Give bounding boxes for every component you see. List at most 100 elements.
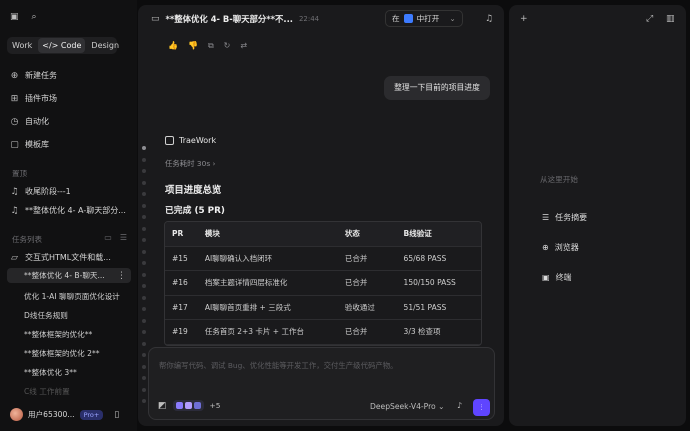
project-folder[interactable]: ▱ 交互式HTML文件和载... (10, 252, 111, 263)
plus-circle-icon: ⊕ (10, 70, 19, 81)
search-icon[interactable]: ⌕ (32, 12, 37, 22)
send-button[interactable]: ⫶ (473, 399, 490, 416)
nav-label: 自动化 (25, 117, 49, 126)
template-icon: ▢ (10, 139, 19, 150)
table-cell: 已合并 (344, 278, 368, 288)
brand-name: TraeWork (179, 136, 217, 145)
model-selector[interactable]: DeepSeek-V4-Pro ⌄ (370, 402, 444, 411)
progress-table: PR 模块 状态 B线验证 #15 AI聊聊确认入档闭环 已合并 65/68 P… (164, 221, 482, 346)
bell-icon: ♫ (10, 205, 19, 216)
tab-code[interactable]: </> Code (38, 38, 86, 53)
composer[interactable]: 帮你编写代码、调试 Bug、优化性能等开发工作，交付生产级代码产物。 ◩ +5 … (148, 347, 495, 420)
user-bar[interactable]: 用户65300... Pro+ ▯ (10, 408, 119, 421)
table-cell: AI聊聊确认入档闭环 (204, 253, 273, 263)
pinned-item[interactable]: ♫ 收尾阶段---1 (10, 186, 71, 197)
mode-switcher: Work </> Code Design (7, 37, 119, 54)
thumbs-up-icon[interactable]: 👍 (168, 41, 178, 51)
table-header-cell: PR (172, 229, 184, 239)
task-item[interactable]: C线 工作前置 (24, 386, 127, 397)
open-in-button[interactable]: 在 中打开 ⌄ (385, 10, 463, 27)
composer-input[interactable]: 帮你编写代码、调试 Bug、优化性能等开发工作，交付生产级代码产物。 (159, 360, 398, 371)
new-task-icon[interactable]: ▭ (104, 233, 112, 242)
table-header: PR 模块 状态 B线验证 (165, 222, 481, 247)
nav-label: 模板库 (25, 140, 49, 149)
right-item-label: 终端 (555, 273, 572, 282)
task-options-icon[interactable]: ⋮ (117, 271, 126, 281)
table-cell: 已合并 (344, 327, 368, 337)
table-cell: 已合并 (344, 253, 368, 263)
task-item[interactable]: **整体框架的优化 2** (24, 348, 127, 359)
traework-icon (165, 136, 174, 145)
task-item[interactable]: 优化 1-AI 聊聊页面优化设计 (24, 291, 127, 302)
right-item-label: 浏览器 (554, 243, 579, 252)
tasks-section-actions: ▭ ☰ (104, 233, 127, 242)
scroll-indicator[interactable] (142, 146, 146, 411)
attach-icon[interactable]: ◩ (158, 401, 167, 411)
globe-icon: ⊕ (542, 243, 549, 252)
microphone-icon[interactable]: ♪ (457, 401, 462, 410)
assistant-brand: TraeWork (165, 136, 216, 145)
open-in-prefix: 在 (392, 14, 400, 23)
pinned-section-title: 置顶 (12, 169, 27, 178)
trae-logo-icon (403, 14, 413, 23)
copy-icon[interactable]: ⧉ (208, 41, 214, 51)
browser-button[interactable]: ⊕ 浏览器 (542, 242, 579, 253)
table-header-cell: B线验证 (403, 229, 432, 239)
chat-panel: ▭ **整体优化 4- B-聊天部分**不... 22:44 在 中打开 ⌄ ♫… (138, 5, 504, 426)
nav-new-task[interactable]: ⊕ 新建任务 (10, 70, 57, 81)
user-message: 整理一下目前的项目进度 (384, 76, 490, 100)
message-actions: 👍 👎 ⧉ ↻ ⇄ (168, 41, 247, 51)
folder-icon: ▱ (11, 252, 18, 263)
table-cell: 51/51 PASS (403, 302, 447, 312)
device-icon[interactable]: ▯ (114, 410, 119, 420)
model-name: DeepSeek-V4-Pro (370, 402, 436, 411)
table-header-cell: 状态 (344, 229, 360, 239)
expand-icon[interactable]: ⤢ (646, 14, 653, 24)
chip-icon (175, 402, 183, 409)
pinned-item[interactable]: ♫ **整体优化 4- A-聊天部分... (10, 205, 125, 216)
nav-automation[interactable]: ◷ 自动化 (10, 116, 49, 127)
chevron-down-icon: ⌄ (438, 402, 445, 411)
tab-work[interactable]: Work (8, 38, 36, 53)
retry-icon[interactable]: ↻ (224, 41, 231, 51)
clock-icon: ◷ (10, 116, 19, 127)
table-cell: 150/150 PASS (403, 278, 456, 288)
open-in-label: 中打开 (416, 14, 440, 23)
bell-icon: ♫ (10, 186, 19, 197)
task-item[interactable]: D线任务规则 (24, 310, 127, 321)
extra-count[interactable]: +5 (210, 401, 221, 410)
task-summary-button[interactable]: ☰ 任务摘要 (542, 212, 587, 223)
table-header-cell: 模块 (204, 229, 220, 239)
terminal-icon: ▣ (542, 273, 550, 282)
sidebar-toggle-icon[interactable]: ▣ (10, 12, 19, 22)
notification-bell-icon[interactable]: ♫ (485, 14, 493, 24)
nav-label: 新建任务 (25, 71, 57, 80)
table-row: #19 任务首页 2+3 卡片 + 工作台 已合并 3/3 检查项 (165, 320, 481, 345)
task-item-selected[interactable]: **整体优化 4- B-聊天... (7, 268, 131, 283)
user-name: 用户65300... (28, 410, 75, 419)
add-icon[interactable]: + (520, 14, 528, 24)
context-chips[interactable] (172, 400, 204, 411)
tab-design[interactable]: Design (87, 38, 123, 53)
task-item[interactable]: **整体框架的优化** (24, 329, 127, 340)
task-item[interactable]: **整体优化 3** (24, 367, 127, 378)
nav-templates[interactable]: ▢ 模板库 (10, 139, 49, 150)
chevron-right-icon: › (212, 159, 216, 168)
right-panel: + ⤢ ▥ 从这里开始 ☰ 任务摘要 ⊕ 浏览器 ▣ 终端 (509, 5, 686, 426)
chat-header: ▭ **整体优化 4- B-聊天部分**不... 22:44 (151, 13, 319, 25)
filter-icon[interactable]: ☰ (120, 233, 127, 242)
pinned-label: 收尾阶段---1 (25, 187, 71, 196)
composer-toolbar: ◩ +5 (158, 400, 220, 411)
tab-code-label: Code (60, 41, 82, 50)
nav-plugin-market[interactable]: ⊞ 插件市场 (10, 93, 57, 104)
terminal-button[interactable]: ▣ 终端 (542, 272, 572, 283)
table-row: #16 档案主题详情四层标准化 已合并 150/150 PASS (165, 271, 481, 296)
monitor-icon: ▭ (151, 14, 160, 24)
panel-toggle-icon[interactable]: ▥ (666, 14, 675, 24)
task-duration[interactable]: 任务耗时 30s › (165, 158, 216, 169)
project-label: 交互式HTML文件和载... (25, 253, 111, 262)
chat-title: **整体优化 4- B-聊天部分**不... (165, 14, 293, 24)
share-icon[interactable]: ⇄ (240, 41, 247, 51)
plan-badge: Pro+ (79, 409, 104, 420)
thumbs-down-icon[interactable]: 👎 (188, 41, 198, 51)
